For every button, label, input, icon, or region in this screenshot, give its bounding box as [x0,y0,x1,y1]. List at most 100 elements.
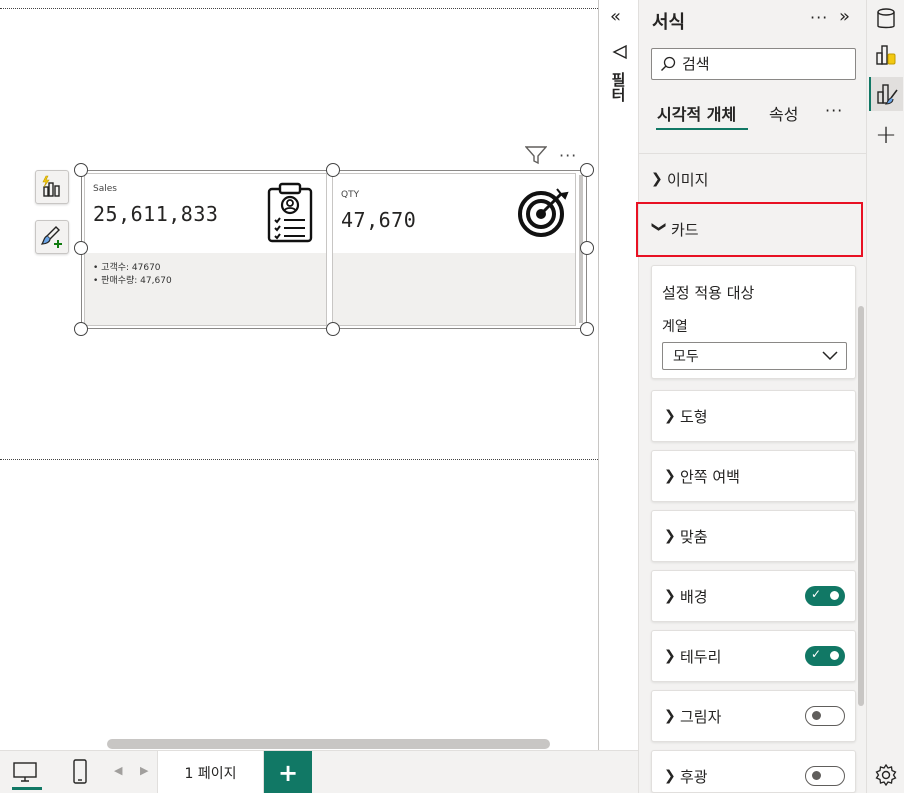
desktop-layout-icon[interactable] [12,761,38,783]
more-options-icon[interactable]: ··· [810,8,828,27]
glow-toggle[interactable] [805,766,845,786]
card-visual[interactable]: Sales 25,611,833 • 고객수: 47670 • 판매수량: 47… [81,170,587,329]
apply-settings-card: 설정 적용 대상 계열 모두 [651,265,856,379]
desktop-layout-indicator [12,787,42,790]
section-shadow[interactable]: ❯ 그림자 [651,690,856,742]
pane-divider [639,153,867,154]
database-icon [877,8,895,29]
expand-filters-icon[interactable]: « [610,6,621,27]
section-label: 맞춤 [680,527,708,546]
canvas-bottom-boundary [0,459,598,460]
resize-handle[interactable] [326,163,340,177]
visualizations-pane-button[interactable] [869,38,903,72]
card-value: 25,611,833 [93,202,219,226]
clipboard-person-icon [267,182,313,243]
chevron-right-icon: ❯ [664,708,676,724]
paintbrush-add-icon [40,226,62,248]
search-input[interactable] [682,55,842,73]
canvas-horizontal-scrollbar[interactable] [107,739,550,749]
section-label: 안쪽 여백 [680,467,740,486]
format-visual-button[interactable] [35,220,69,254]
active-tab-indicator [656,128,748,130]
format-pane-button[interactable] [869,77,903,111]
previous-page-icon[interactable]: ◀ [114,764,122,777]
card-qty: QTY 47,670 [332,173,576,326]
checkmark-icon: ✓ [811,647,822,661]
canvas-top-boundary [0,8,598,9]
resize-handle[interactable] [580,163,594,177]
section-label: 테두리 [680,647,722,666]
collapse-pane-icon[interactable]: » [839,6,850,27]
section-label: 그림자 [680,707,722,726]
chevron-right-icon: ❯ [664,468,676,484]
card-note: • 판매수량: 47,670 [93,276,172,286]
filter-funnel-icon[interactable] [612,44,628,60]
filter-icon[interactable] [525,145,547,165]
resize-handle[interactable] [326,322,340,336]
chevron-right-icon: ❯ [664,648,676,664]
resize-handle[interactable] [580,241,594,255]
resize-handle[interactable] [580,322,594,336]
search-box[interactable] [651,48,856,80]
section-padding[interactable]: ❯ 안쪽 여백 [651,450,856,502]
background-toggle[interactable]: ✓ [805,586,845,606]
gear-icon [875,764,897,786]
chevron-right-icon: ❯ [664,528,676,544]
mobile-layout-icon[interactable] [72,759,88,785]
section-shape[interactable]: ❯ 도형 [651,390,856,442]
card-section-highlight [636,202,863,257]
pane-scrollbar[interactable] [858,306,864,706]
card-header-area: Sales 25,611,833 [85,174,326,253]
series-label: 계열 [662,319,688,335]
checkmark-icon: ✓ [811,587,822,601]
series-selected-value: 모두 [673,349,699,365]
card-value: 47,670 [341,208,417,232]
resize-handle[interactable] [74,241,88,255]
more-options-icon[interactable]: ··· [825,101,843,120]
series-dropdown[interactable]: 모두 [662,342,847,370]
app-window: ··· Sales 25,611,833 • 고객수: 47670 • 판매수량… [0,0,904,793]
more-options-icon[interactable]: ··· [559,146,577,165]
pane-title: 서식 [652,12,686,33]
card-sales: Sales 25,611,833 • 고객수: 47670 • 판매수량: 47… [84,173,327,326]
plus-icon: + [875,120,897,150]
section-label: 배경 [680,587,708,606]
build-visual-button[interactable] [35,170,69,204]
next-page-icon[interactable]: ▶ [140,764,148,777]
card-label: Sales [93,184,117,194]
search-icon [661,56,676,71]
build-visual-icon [42,175,60,197]
format-pane: 서식 ··· » 시각적 개체 속성 ··· ❯ 이미지 ❯ 카드 설정 적용 … [638,0,867,793]
filters-pane-collapsed: « 필터 [598,0,638,750]
section-border[interactable]: ❯ 테두리 ✓ [651,630,856,682]
border-toggle[interactable]: ✓ [805,646,845,666]
chevron-right-icon: ❯ [651,171,663,187]
settings-button[interactable] [869,758,903,792]
resize-handle[interactable] [74,163,88,177]
apply-settings-title: 설정 적용 대상 [662,284,755,302]
tab-visual[interactable]: 시각적 개체 [657,101,736,125]
section-background[interactable]: ❯ 배경 ✓ [651,570,856,622]
card-header-area: QTY 47,670 [333,174,575,253]
section-image[interactable]: ❯ 이미지 [651,164,708,194]
section-alignment[interactable]: ❯ 맞춤 [651,510,856,562]
card-label: QTY [341,190,360,200]
report-canvas[interactable]: ··· Sales 25,611,833 • 고객수: 47670 • 판매수량… [0,0,598,750]
section-label: 도형 [680,407,708,426]
chevron-right-icon: ❯ [664,768,676,784]
resize-handle[interactable] [74,322,88,336]
visual-chart-icon [876,45,896,65]
page-tab-1[interactable]: 1 페이지 [157,751,264,793]
section-glow[interactable]: ❯ 후광 [651,750,856,793]
card-note: • 고객수: 47670 [93,263,161,273]
tab-general[interactable]: 속성 [769,101,798,125]
add-pane-button[interactable]: + [869,118,903,152]
chevron-right-icon: ❯ [664,408,676,424]
chevron-down-icon [822,351,838,361]
data-pane-button[interactable] [869,2,903,36]
filters-label[interactable]: 필터 [608,72,629,102]
shadow-toggle[interactable] [805,706,845,726]
chevron-right-icon: ❯ [664,588,676,604]
add-page-button[interactable]: + [264,751,312,793]
pane-switcher-rail: + [866,0,904,793]
